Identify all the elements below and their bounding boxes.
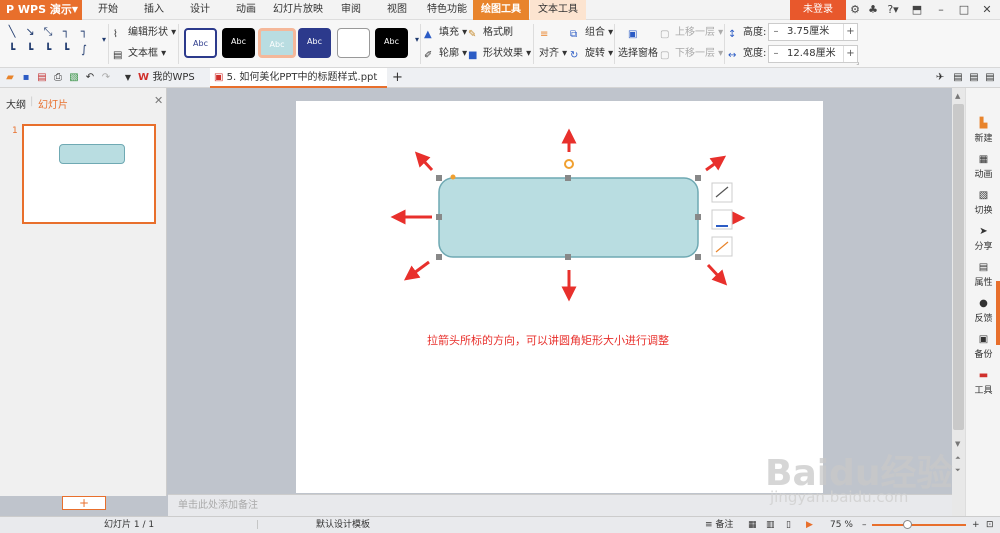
new-doc-icon: ▙ (979, 118, 988, 129)
transition-icon: ▧ (978, 190, 989, 201)
resize-handle-top-left[interactable] (436, 175, 442, 181)
arrow-up-left-icon (414, 151, 434, 172)
prev-slide-icon[interactable]: ⏶ (955, 454, 961, 463)
watermark-url: jingyan.baidu.com (770, 488, 909, 506)
zoom-out-icon[interactable]: – (862, 517, 867, 533)
resize-handle-bottom-left[interactable] (436, 254, 442, 260)
status-bar: 幻灯片 1 / 1 | 默认设计模板 ≡ 备注 ▦ ▥ ▯ ▶ 75 % – +… (0, 516, 1000, 533)
scrollbar-thumb[interactable] (953, 104, 964, 430)
right-sidebar: ▙ 新建 ▦ 动画 ▧ 切换 ➤ 分享 ▤ 属性 ● 反馈 ▣ 备份 ▬ 工具 (965, 88, 1000, 516)
arrow-down-right-icon (706, 263, 728, 286)
sidebar-item-backup[interactable]: ▣ 备份 (966, 332, 1000, 366)
corner-radius-handle[interactable] (450, 174, 456, 180)
properties-icon: ▤ (978, 262, 989, 273)
animation-icon: ▦ (978, 154, 989, 165)
sidebar-item-tools[interactable]: ▬ 工具 (966, 368, 1000, 402)
toolbox-icon: ▬ (978, 370, 989, 381)
sidebar-item-feedback[interactable]: ● 反馈 (966, 296, 1000, 330)
normal-view-icon[interactable]: ▦ (748, 517, 757, 533)
reading-view-icon[interactable]: ▯ (786, 517, 791, 533)
next-slide-icon[interactable]: ⏷ (955, 466, 961, 475)
resize-handle-top-right[interactable] (695, 175, 701, 181)
arrow-up-right-icon (705, 155, 727, 172)
zoom-slider-track[interactable] (872, 524, 966, 526)
vertical-scrollbar[interactable]: ▲ ▼ ⏶ ⏷ (952, 88, 965, 516)
rotate-handle-icon[interactable] (564, 159, 574, 169)
share-icon: ➤ (979, 226, 988, 237)
backup-icon: ▣ (978, 334, 989, 345)
resize-handle-bottom-right[interactable] (695, 254, 701, 260)
scroll-up-icon[interactable]: ▲ (955, 92, 960, 100)
resize-handle-bottom[interactable] (565, 254, 571, 260)
sorter-view-icon[interactable]: ▥ (766, 517, 775, 533)
status-divider: | (256, 520, 260, 530)
resize-handle-right[interactable] (695, 214, 701, 220)
arrow-down-left-icon (403, 260, 430, 281)
sidebar-item-transition[interactable]: ▧ 切换 (966, 188, 1000, 222)
template-name: 默认设计模板 (316, 520, 371, 530)
zoom-in-icon[interactable]: + (972, 517, 980, 533)
sidebar-item-share[interactable]: ➤ 分享 (966, 224, 1000, 258)
slideshow-icon[interactable]: ▶ (806, 517, 813, 533)
zoom-slider-thumb[interactable] (903, 520, 912, 529)
feedback-icon: ● (979, 298, 988, 309)
notes-icon: ≡ (705, 520, 716, 530)
slide-annotation[interactable]: 拉箭头所标的方向，可以讲圆角矩形大小进行调整 (427, 332, 669, 348)
sidebar-item-properties[interactable]: ▤ 属性 (966, 260, 1000, 294)
fit-window-icon[interactable]: ⊡ (986, 517, 994, 533)
resize-handle-left[interactable] (436, 214, 442, 220)
slide-info: 幻灯片 1 / 1 (104, 520, 155, 530)
scroll-down-icon[interactable]: ▼ (955, 440, 960, 448)
zoom-level[interactable]: 75 % (830, 517, 853, 533)
sidebar-item-new[interactable]: ▙ 新建 (966, 116, 1000, 150)
notes-toggle[interactable]: ≡ 备注 (705, 517, 733, 533)
rounded-rectangle-shape[interactable] (438, 177, 699, 258)
sidebar-collapse-handle[interactable] (996, 281, 1000, 345)
resize-handle-top[interactable] (565, 175, 571, 181)
sidebar-item-animation[interactable]: ▦ 动画 (966, 152, 1000, 186)
